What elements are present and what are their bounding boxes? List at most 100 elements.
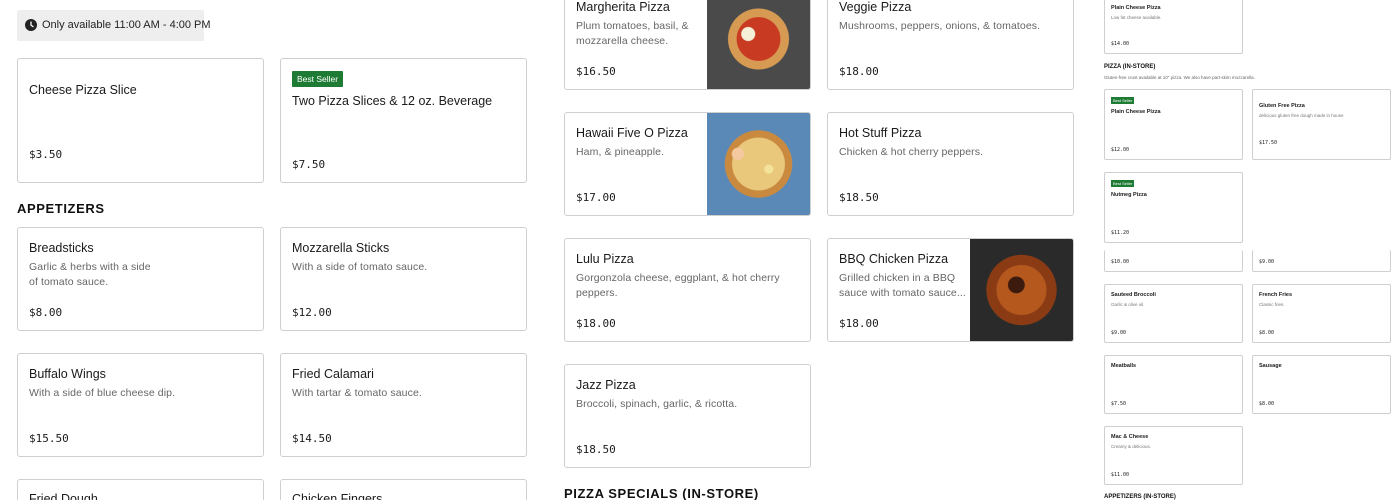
item-description: With a side of tomato sauce. — [292, 261, 428, 273]
item-name: Hot Stuff Pizza — [839, 126, 922, 140]
item-price: $12.00 — [292, 306, 332, 319]
item-price: $17.00 — [576, 191, 616, 204]
menu-item-card[interactable]: Plain Cheese Pizza Low fat cheese availa… — [1104, 0, 1243, 54]
item-name: Chicken Fingers — [292, 492, 383, 500]
menu-item-card[interactable]: French Fries Classic fries. $8.00 — [1252, 284, 1391, 343]
item-name: Meatballs — [1111, 363, 1137, 369]
availability-text: Only available 11:00 AM - 4:00 PM — [42, 19, 211, 31]
item-description: Chicken & hot cherry peppers. — [839, 146, 984, 158]
item-price: $10.00 — [1111, 259, 1130, 265]
pizza-photo — [970, 239, 1073, 341]
menu-item-card[interactable]: BBQ Chicken Pizza Grilled chicken in a B… — [827, 238, 1074, 342]
item-name: Jazz Pizza — [576, 378, 636, 392]
item-name: BBQ Chicken Pizza — [839, 252, 949, 266]
item-price: $15.50 — [29, 432, 69, 445]
item-name: Margherita Pizza — [576, 0, 670, 14]
item-description: Creamy & delicious. — [1111, 444, 1152, 449]
item-description: Gorgonzola cheese, eggplant, & hot cherr… — [576, 272, 780, 284]
item-name: Plain Cheese Pizza — [1111, 5, 1161, 11]
item-name: French Fries — [1259, 292, 1293, 298]
menu-item-card[interactable]: $9.00 — [1252, 250, 1391, 272]
menu-item-card[interactable]: Breadsticks Garlic & herbs with a side o… — [17, 227, 264, 331]
item-description: Plum tomatoes, basil, & — [576, 20, 689, 32]
item-name: Gluten Free Pizza — [1259, 103, 1305, 109]
best-seller-badge: Best Seller — [1111, 97, 1135, 104]
item-price: $9.00 — [1111, 330, 1127, 336]
menu-item-card[interactable]: Buffalo Wings With a side of blue cheese… — [17, 353, 264, 457]
item-name: Mozzarella Sticks — [292, 241, 390, 255]
item-price: $18.00 — [576, 317, 616, 330]
item-description: of tomato sauce. — [29, 276, 109, 288]
item-price: $7.50 — [1111, 401, 1127, 407]
item-description: Grilled chicken in a BBQ — [839, 272, 956, 284]
item-name: Sausage — [1259, 363, 1282, 369]
menu-item-card[interactable]: Lulu Pizza Gorgonzola cheese, eggplant, … — [564, 238, 811, 342]
item-name: Buffalo Wings — [29, 367, 106, 381]
item-name: Mac & Cheese — [1111, 434, 1149, 440]
item-description: Classic fries. — [1259, 302, 1285, 307]
menu-item-card[interactable]: Hawaii Five O Pizza Ham, & pineapple. $1… — [564, 112, 811, 216]
item-description: mozzarella cheese. — [576, 35, 669, 47]
item-name: Plain Cheese Pizza — [1111, 109, 1161, 115]
item-price: $11.00 — [1111, 472, 1130, 478]
best-seller-badge: Best Seller — [292, 71, 344, 87]
item-price: $18.00 — [839, 317, 879, 330]
item-name: Two Pizza Slices & 12 oz. Beverage — [292, 94, 493, 108]
menu-item-card[interactable]: Fried Dough — [17, 479, 264, 500]
section-title-pizza-specials: PIZZA SPECIALS (IN-STORE) — [564, 486, 759, 500]
item-price: $11.20 — [1111, 230, 1130, 236]
item-name: Veggie Pizza — [839, 0, 912, 14]
menu-item-card[interactable]: Sausage $8.00 — [1252, 355, 1391, 414]
item-name: Sauteed Broccoli — [1111, 292, 1156, 298]
menu-item-card[interactable]: $10.00 — [1104, 250, 1243, 272]
item-name: Lulu Pizza — [576, 252, 634, 266]
section-title-appetizers-in-store: APPETIZERS (IN-STORE) — [1104, 494, 1176, 500]
menu-item-card[interactable]: Chicken Fingers — [280, 479, 527, 500]
pizza-photo — [707, 113, 810, 215]
item-name: Cheese Pizza Slice — [29, 83, 137, 97]
item-name: Breadsticks — [29, 241, 94, 255]
menu-item-card[interactable]: Gluten Free Pizza delicious gluten free … — [1252, 89, 1391, 160]
item-description: delicious gluten free dough made in hous… — [1259, 113, 1344, 118]
item-description: Low fat cheese available. — [1111, 15, 1162, 20]
item-description: Mushrooms, peppers, onions, & tomatoes. — [839, 20, 1041, 32]
menu-item-card[interactable]: Best Seller Two Pizza Slices & 12 oz. Be… — [280, 58, 527, 183]
menu-item-card[interactable]: Fried Calamari With tartar & tomato sauc… — [280, 353, 527, 457]
menu-item-card[interactable]: Cheese Pizza Slice $3.50 — [17, 58, 264, 183]
item-price: $18.00 — [839, 65, 879, 78]
menu-item-card[interactable]: Mac & Cheese Creamy & delicious. $11.00 — [1104, 426, 1243, 485]
menu-item-card[interactable]: Margherita Pizza Plum tomatoes, basil, &… — [564, 0, 811, 90]
item-price: $14.50 — [292, 432, 332, 445]
item-price: $17.50 — [1259, 140, 1278, 146]
item-description: Garlic & herbs with a side — [29, 261, 151, 273]
item-description: peppers. — [576, 287, 618, 299]
menu-item-card[interactable]: Mozzarella Sticks With a side of tomato … — [280, 227, 527, 331]
section-title-pizza-in-store: PIZZA (IN-STORE) — [1104, 64, 1156, 70]
section-subtitle: Gluten-free crust available at 10" pizza… — [1104, 75, 1255, 80]
item-description: Ham, & pineapple. — [576, 146, 665, 158]
best-seller-badge: Best Seller — [1111, 180, 1135, 187]
pizza-photo — [707, 0, 810, 89]
item-description: With tartar & tomato sauce. — [292, 387, 422, 399]
menu-item-card[interactable]: Veggie Pizza Mushrooms, peppers, onions,… — [827, 0, 1074, 90]
menu-item-card[interactable]: Best Seller Nutmeg Pizza $11.20 — [1104, 172, 1243, 243]
item-name: Nutmeg Pizza — [1111, 192, 1147, 198]
item-name: Hawaii Five O Pizza — [576, 126, 688, 140]
item-price: $7.50 — [292, 158, 326, 171]
item-price: $14.00 — [1111, 41, 1130, 47]
clock-icon — [25, 19, 37, 31]
menu-item-card[interactable]: Best Seller Plain Cheese Pizza $12.00 — [1104, 89, 1243, 160]
item-price: $18.50 — [576, 443, 616, 456]
item-name: Fried Dough — [29, 492, 98, 500]
item-description: Broccoli, spinach, garlic, & ricotta. — [576, 398, 738, 410]
item-description: sauce with tomato sauce... — [839, 287, 966, 299]
item-price: $18.50 — [839, 191, 879, 204]
menu-item-card[interactable]: Meatballs $7.50 — [1104, 355, 1243, 414]
menu-item-card[interactable]: Sauteed Broccoli Garlic & olive oil. $9.… — [1104, 284, 1243, 343]
item-description: With a side of blue cheese dip. — [29, 387, 176, 399]
section-title-appetizers: APPETIZERS — [17, 201, 105, 216]
item-price: $16.50 — [576, 65, 616, 78]
menu-item-card[interactable]: Hot Stuff Pizza Chicken & hot cherry pep… — [827, 112, 1074, 216]
menu-item-card[interactable]: Jazz Pizza Broccoli, spinach, garlic, & … — [564, 364, 811, 468]
item-description: Garlic & olive oil. — [1111, 302, 1145, 307]
